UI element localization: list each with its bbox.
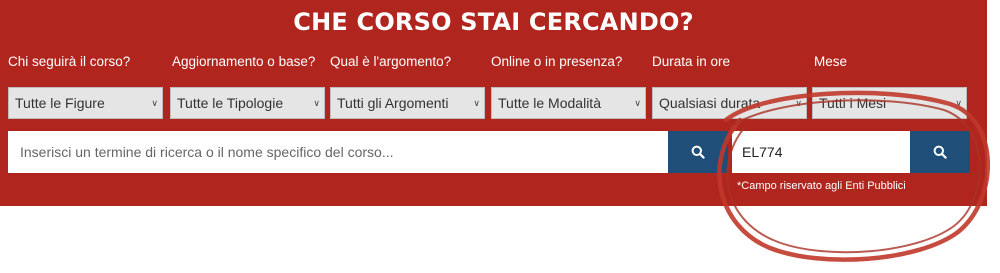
search-icon	[933, 145, 947, 159]
duration-select-value: Qualsiasi durata	[659, 95, 761, 111]
public-bodies-note: *Campo riservato agli Enti Pubblici	[737, 180, 906, 192]
course-search-button[interactable]	[668, 131, 728, 173]
topic-select-value: Tutti gli Argomenti	[337, 95, 449, 111]
mode-select[interactable]: Tutte le Modalità ∨	[491, 87, 646, 119]
course-search-input[interactable]: Inserisci un termine di ricerca o il nom…	[8, 131, 668, 173]
chevron-down-icon: ∨	[473, 98, 480, 108]
page-title: CHE CORSO STAI CERCANDO?	[293, 8, 694, 36]
course-search-placeholder: Inserisci un termine di ricerca o il nom…	[20, 144, 394, 160]
page: CHE CORSO STAI CERCANDO? Chi seguirà il …	[0, 0, 1000, 273]
chevron-down-icon: ∨	[151, 98, 158, 108]
chevron-down-icon: ∨	[955, 98, 962, 108]
filter-label-mode: Online o in presenza?	[491, 54, 623, 69]
month-select[interactable]: Tutti i Mesi ∨	[812, 87, 967, 119]
mode-select-value: Tutte le Modalità	[498, 95, 601, 111]
audience-select-value: Tutte le Figure	[15, 95, 105, 111]
course-search-panel: CHE CORSO STAI CERCANDO? Chi seguirà il …	[0, 0, 987, 206]
duration-select[interactable]: Qualsiasi durata ∨	[652, 87, 807, 119]
filter-label-topic: Qual è l'argomento?	[330, 54, 452, 69]
month-select-value: Tutti i Mesi	[819, 95, 887, 111]
chevron-down-icon: ∨	[795, 98, 802, 108]
filter-label-type: Aggiornamento o base?	[172, 54, 316, 69]
course-code-input[interactable]: EL774	[732, 131, 910, 173]
topic-select[interactable]: Tutti gli Argomenti ∨	[330, 87, 485, 119]
filter-label-duration: Durata in ore	[652, 54, 731, 69]
filter-label-month: Mese	[814, 54, 848, 69]
search-icon	[691, 145, 705, 159]
type-select-value: Tutte le Tipologie	[177, 95, 284, 111]
course-code-value: EL774	[742, 144, 783, 160]
chevron-down-icon: ∨	[313, 98, 320, 108]
filter-label-audience: Chi seguirà il corso?	[8, 54, 131, 69]
audience-select[interactable]: Tutte le Figure ∨	[8, 87, 163, 119]
chevron-down-icon: ∨	[634, 98, 641, 108]
type-select[interactable]: Tutte le Tipologie ∨	[170, 87, 325, 119]
course-code-search-button[interactable]	[910, 131, 970, 173]
